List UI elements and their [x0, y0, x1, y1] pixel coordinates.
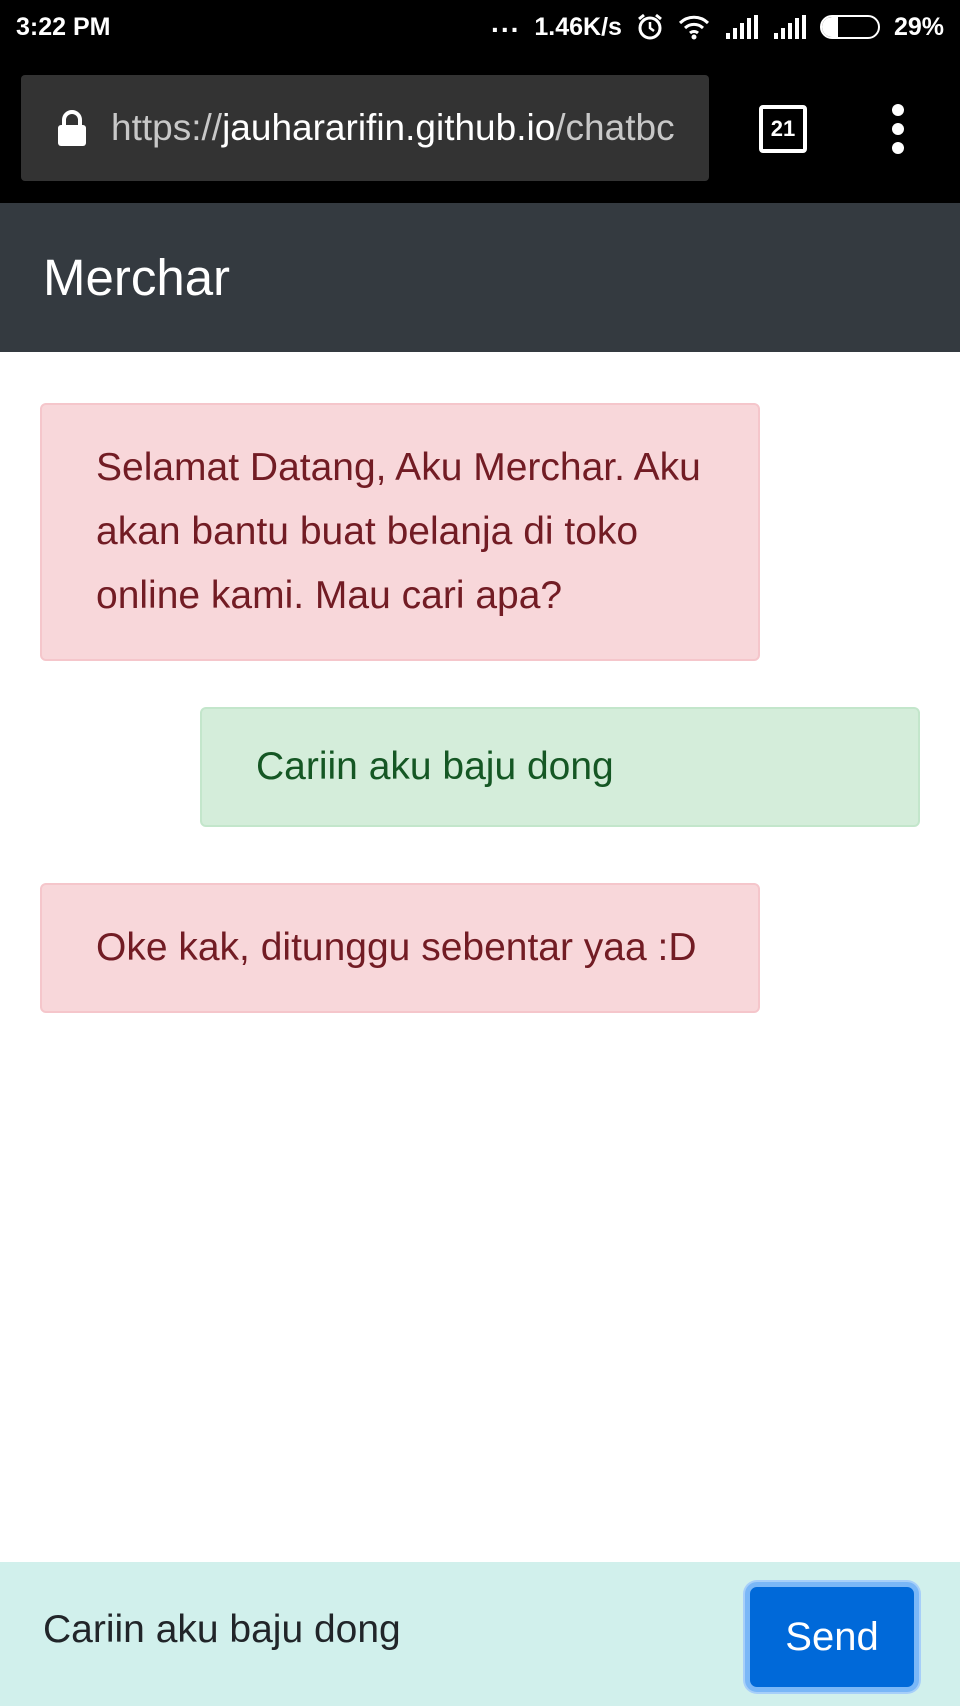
battery-icon [819, 15, 880, 39]
app-brand[interactable]: Merchar [43, 248, 230, 307]
wifi-icon [678, 14, 710, 40]
status-indicators: ... 1.46K/s 29% [491, 9, 944, 42]
signal-icon-sim1 [724, 15, 758, 39]
url-path: /chatbc [555, 107, 675, 148]
status-time: 3:22 PM [16, 12, 111, 41]
notification-dots: ... [491, 7, 521, 38]
bot-message: Selamat Datang, Aku Merchar. Aku akan ba… [40, 403, 760, 661]
alarm-icon [636, 13, 664, 41]
message-composer: Send [0, 1562, 960, 1706]
network-speed: 1.46K/s [534, 12, 622, 41]
user-message: Cariin aku baju dong [200, 707, 920, 827]
bot-message: Oke kak, ditunggu sebentar yaa :D [40, 883, 760, 1013]
url-host: jauhararifin.github.io [222, 107, 556, 148]
browser-toolbar: https://jauhararifin.github.io/chatbc 21 [0, 54, 960, 203]
message-input[interactable] [0, 1580, 720, 1680]
signal-icon-sim2 [772, 15, 806, 39]
overflow-menu-icon[interactable] [890, 104, 906, 154]
status-bar: 3:22 PM ... 1.46K/s 29% [0, 0, 960, 54]
lock-icon [57, 109, 87, 147]
battery-percent: 29% [893, 12, 944, 41]
tab-count: 21 [770, 116, 796, 141]
send-button[interactable]: Send [745, 1582, 919, 1692]
battery-level-fill [821, 17, 839, 37]
tab-switcher-button[interactable]: 21 [759, 105, 807, 153]
app-navbar: Merchar [0, 203, 960, 352]
url-text: https://jauhararifin.github.io/chatbc [111, 107, 675, 149]
address-bar[interactable]: https://jauhararifin.github.io/chatbc [21, 75, 709, 181]
url-scheme: https:// [111, 107, 223, 148]
